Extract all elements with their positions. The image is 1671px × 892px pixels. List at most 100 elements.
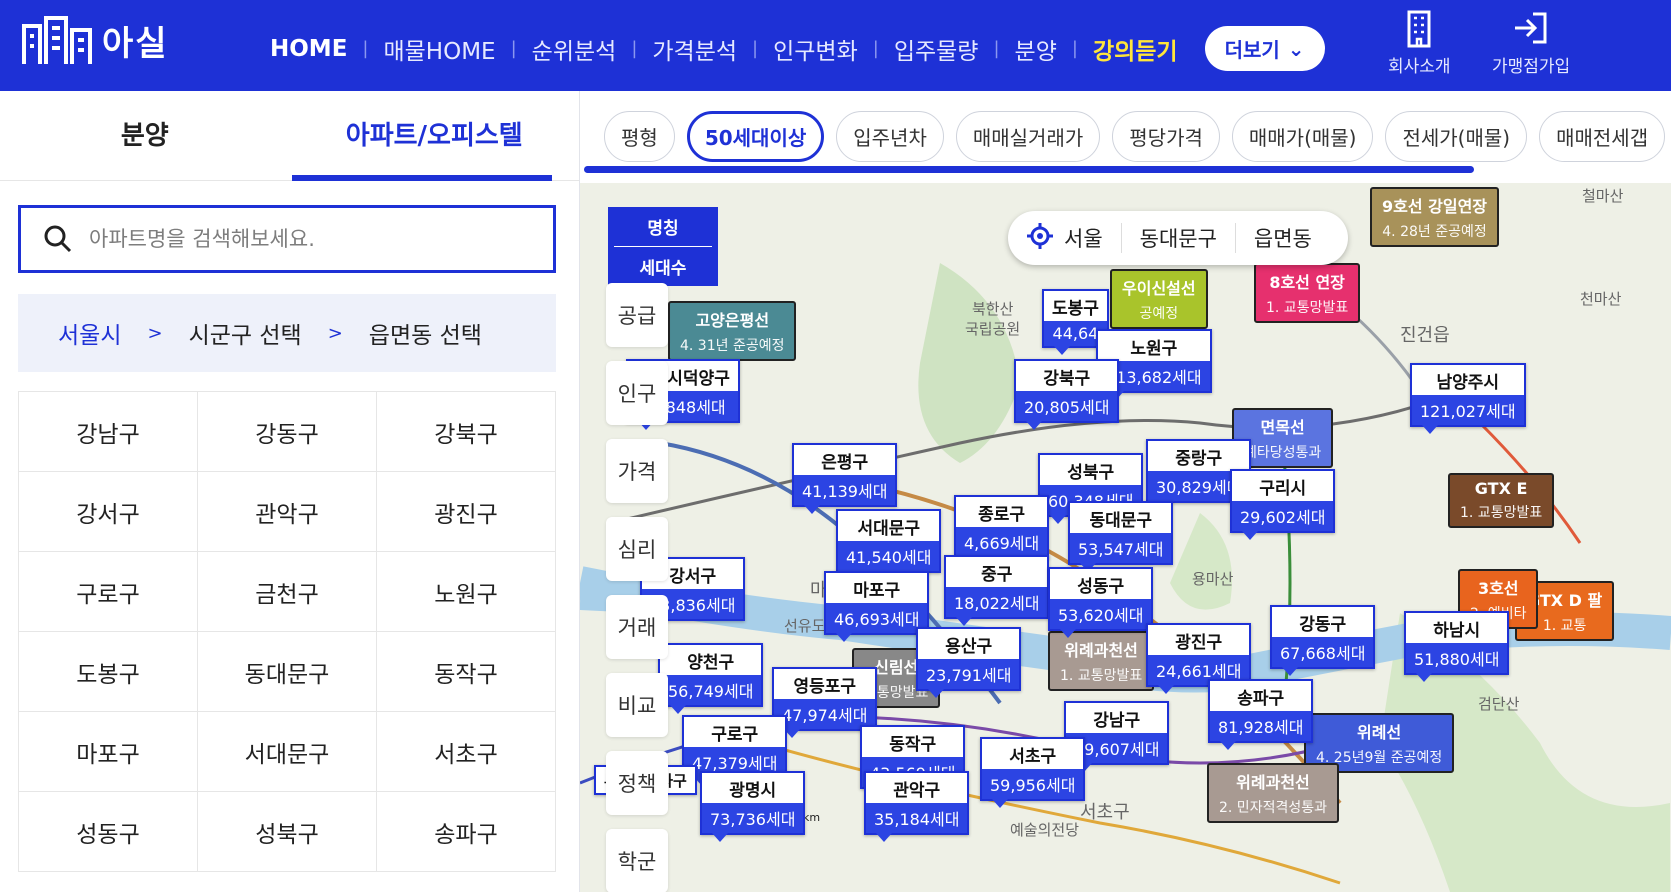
company-link[interactable]: 회사소개: [1388, 8, 1451, 77]
district-cell[interactable]: 강동구: [198, 392, 377, 472]
breadcrumb-district[interactable]: 시군구 선택: [189, 316, 302, 350]
tab-apartment-officetel[interactable]: 아파트/오피스텔: [290, 91, 580, 180]
chip-move-in-year[interactable]: 입주년차: [836, 111, 944, 162]
rail-name: 9호선 강일연장: [1382, 197, 1488, 216]
nav-price[interactable]: 가격분석: [637, 32, 752, 66]
district-marker[interactable]: 광명시 73,736세대: [700, 771, 806, 842]
nav-population[interactable]: 인구변화: [758, 32, 873, 66]
side-menu-price[interactable]: 가격: [606, 439, 668, 503]
district-marker[interactable]: 동대문구 53,547세대: [1068, 501, 1174, 572]
district-marker[interactable]: 광진구 24,661세대: [1146, 623, 1252, 694]
district-marker[interactable]: 강북구 20,805세대: [1014, 359, 1120, 430]
chip-sale-jeonse-gap[interactable]: 매매전세갭: [1539, 111, 1666, 162]
side-menu-sentiment[interactable]: 심리: [606, 517, 668, 581]
district-cell[interactable]: 동작구: [377, 632, 556, 712]
rail-badge[interactable]: 8호선 연장 1. 교통망발표: [1254, 263, 1361, 323]
marker-name: 종로구: [978, 505, 1026, 525]
rail-badge[interactable]: 우이신설선 공예정: [1110, 269, 1208, 329]
logo[interactable]: 아실: [20, 14, 169, 66]
district-cell[interactable]: 광진구: [377, 472, 556, 552]
district-cell[interactable]: 강서구: [19, 472, 198, 552]
nav-supply[interactable]: 입주물량: [879, 32, 994, 66]
nav-presale[interactable]: 분양: [1000, 32, 1072, 66]
district-marker[interactable]: 강동구 67,668세대: [1270, 605, 1376, 676]
district-marker[interactable]: 서대문구 41,540세대: [836, 509, 942, 580]
search-icon[interactable]: [43, 224, 73, 254]
district-marker[interactable]: 성동구 53,620세대: [1048, 567, 1154, 638]
location-town[interactable]: 읍면동: [1236, 223, 1330, 253]
franchise-link[interactable]: 가맹점가입: [1492, 8, 1570, 77]
district-marker[interactable]: 서초구 59,956세대: [980, 737, 1086, 808]
rail-badge[interactable]: GTX E 1. 교통망발표: [1448, 473, 1555, 528]
rail-badge[interactable]: 위례과천선 1. 교통망발표: [1048, 631, 1155, 691]
crosshair-icon[interactable]: [1008, 222, 1060, 255]
side-menu-population[interactable]: 인구: [606, 361, 668, 425]
tab-presale[interactable]: 분양: [0, 91, 290, 180]
chip-size[interactable]: 평형: [604, 111, 675, 162]
rail-name: 우이신설선: [1122, 279, 1196, 298]
district-cell[interactable]: 성북구: [198, 792, 377, 872]
district-marker[interactable]: 양천구 56,749세대: [658, 643, 764, 714]
chip-actual-trade-price[interactable]: 매매실거래가: [955, 111, 1101, 162]
apartment-search-input[interactable]: [89, 227, 509, 251]
district-marker[interactable]: 남양주시 121,027세대: [1410, 363, 1526, 434]
side-menu-school[interactable]: 학군: [606, 829, 668, 892]
breadcrumb-town[interactable]: 읍면동 선택: [369, 316, 482, 350]
chip-scroll-indicator[interactable]: [584, 166, 1474, 173]
district-marker[interactable]: 하남시 51,880세대: [1404, 611, 1510, 682]
marker-value: 41,540세대: [838, 541, 940, 571]
district-marker[interactable]: 구리시 29,602세대: [1230, 469, 1336, 540]
marker-name: 강남구: [1093, 711, 1141, 731]
chip-sale-listing[interactable]: 매매가(매물): [1231, 111, 1374, 162]
district-cell[interactable]: 성동구: [19, 792, 198, 872]
district-marker[interactable]: 송파구 81,928세대: [1208, 679, 1314, 750]
location-city[interactable]: 서울: [1060, 223, 1121, 253]
district-marker[interactable]: 구로구 47,379세대: [682, 715, 788, 786]
active-tab-indicator: [292, 175, 552, 181]
nav-home[interactable]: HOME: [255, 36, 362, 62]
rail-badge[interactable]: 9호선 강일연장 4. 28년 준공예정: [1370, 187, 1500, 247]
district-marker[interactable]: 종로구 4,669세대: [954, 495, 1050, 566]
chip-50-households[interactable]: 50세대이상: [686, 111, 825, 162]
marker-name: 서대문구: [857, 519, 920, 539]
district-cell[interactable]: 서대문구: [198, 712, 377, 792]
district-cell[interactable]: 도봉구: [19, 632, 198, 712]
marker-value: 121,027세대: [1412, 395, 1524, 425]
nav-listing-home[interactable]: 매물HOME: [368, 32, 510, 66]
side-menu-policy[interactable]: 정책: [606, 751, 668, 815]
district-marker[interactable]: 용산구 23,791세대: [916, 627, 1022, 698]
side-menu-supply[interactable]: 공급: [606, 283, 668, 347]
district-marker[interactable]: 관악구 35,184세대: [864, 771, 970, 842]
nav-ranking[interactable]: 순위분석: [517, 32, 632, 66]
district-marker[interactable]: 마포구 46,693세대: [824, 571, 930, 642]
district-cell[interactable]: 강남구: [19, 392, 198, 472]
district-cell[interactable]: 동대문구: [198, 632, 377, 712]
rail-name: 8호선 연장: [1269, 273, 1345, 292]
marker-name: 송파구: [1237, 689, 1285, 709]
rail-name: 고양은평선: [695, 311, 770, 330]
chip-jeonse-listing[interactable]: 전세가(매물): [1385, 111, 1528, 162]
district-marker[interactable]: 영등포구 47,974세대: [772, 667, 878, 738]
side-menu-transaction[interactable]: 거래: [606, 595, 668, 659]
district-cell[interactable]: 노원구: [377, 552, 556, 632]
side-menu-compare[interactable]: 비교: [606, 673, 668, 737]
district-cell[interactable]: 관악구: [198, 472, 377, 552]
chip-price-per-pyeong[interactable]: 평당가격: [1112, 111, 1220, 162]
nav-lecture[interactable]: 강의듣기: [1078, 32, 1193, 66]
rail-badge[interactable]: 위례과천선 2. 민자적격성통과: [1207, 763, 1339, 823]
district-cell[interactable]: 송파구: [377, 792, 556, 872]
rail-badge[interactable]: 고양은평선 4. 31년 준공예정: [668, 301, 797, 361]
district-cell[interactable]: 금천구: [198, 552, 377, 632]
district-cell[interactable]: 강북구: [377, 392, 556, 472]
marker-name: 노원구: [1130, 339, 1178, 359]
breadcrumb-city[interactable]: 서울시: [58, 316, 121, 350]
district-marker[interactable]: 중구 18,022세대: [944, 555, 1050, 626]
left-tabs: 분양 아파트/오피스텔: [0, 91, 579, 181]
district-cell[interactable]: 서초구: [377, 712, 556, 792]
district-marker[interactable]: 은평구 41,139세대: [792, 443, 898, 514]
map-area[interactable]: 북한산 국립공원 용마산 검단산 천마산 철마산 진건읍 마포구 선유도 용산 …: [580, 183, 1671, 892]
more-button[interactable]: 더보기 ⌄: [1204, 26, 1325, 71]
district-cell[interactable]: 마포구: [19, 712, 198, 792]
location-district[interactable]: 동대문구: [1122, 223, 1235, 253]
district-cell[interactable]: 구로구: [19, 552, 198, 632]
